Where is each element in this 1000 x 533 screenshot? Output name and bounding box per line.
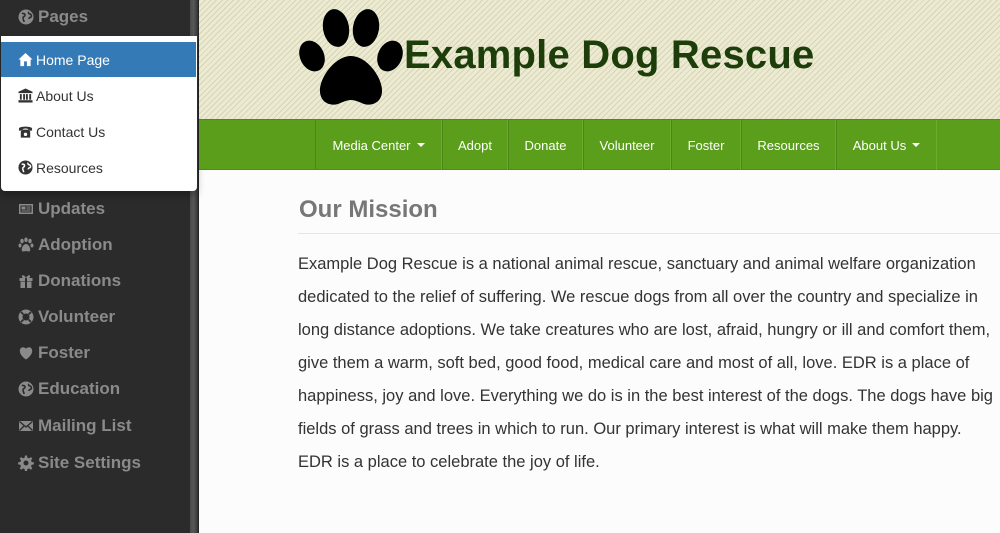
paw-logo-icon: [299, 9, 403, 105]
gear-icon: [17, 455, 34, 472]
dropdown-item-contact-us[interactable]: Contact Us: [1, 114, 196, 149]
globe-icon: [18, 160, 33, 175]
caret-down-icon: [912, 143, 921, 147]
sidebar-item-donations[interactable]: Donations: [17, 270, 121, 292]
sidebar-item-mailing-list[interactable]: Mailing List: [17, 415, 132, 437]
dropdown-item-home-page[interactable]: Home Page: [1, 42, 196, 77]
nav-label: Donate: [524, 137, 567, 153]
dropdown-item-label: Contact Us: [36, 123, 106, 140]
dropdown-item-label: About Us: [36, 87, 94, 104]
sidebar-item-label: Volunteer: [38, 307, 116, 326]
gift-icon: [17, 273, 34, 290]
sidebar-item-volunteer[interactable]: Volunteer: [17, 306, 115, 328]
home-icon: [18, 52, 33, 67]
caret-down-icon: [416, 143, 425, 147]
sidebar-item-adoption[interactable]: Adoption: [17, 234, 113, 256]
sidebar-item-pages[interactable]: Pages: [17, 6, 88, 28]
nav-label: Foster: [687, 137, 725, 153]
sidebar-item-foster[interactable]: Foster: [17, 342, 90, 364]
mission-paragraph: Example Dog Rescue is a national animal …: [298, 255, 993, 471]
sidebar-item-education[interactable]: Education: [17, 378, 120, 400]
globe-icon: [17, 381, 34, 398]
sidebar-item-label: Mailing List: [38, 416, 132, 435]
nav-label: Resources: [757, 137, 820, 153]
nav-label: About Us: [852, 137, 907, 153]
bank-icon: [18, 88, 33, 103]
sidebar-item-site-settings[interactable]: Site Settings: [17, 452, 141, 474]
main-navbar: Media Center Adopt Donate Volunteer Fost…: [199, 119, 1000, 170]
sidebar-item-label: Foster: [38, 343, 90, 362]
sidebar-item-label: Donations: [38, 271, 122, 290]
dropdown-item-resources[interactable]: Resources: [1, 150, 196, 185]
dropdown-item-label: Home Page: [36, 51, 110, 68]
pages-dropdown-menu: Home Page About Us Contact Us Resources: [1, 36, 197, 191]
nav-resources[interactable]: Resources: [741, 120, 836, 170]
nav-about-us[interactable]: About Us: [836, 120, 937, 170]
sidebar-item-label: Pages: [38, 7, 89, 26]
envelope-icon: [17, 418, 34, 435]
nav-donate[interactable]: Donate: [508, 120, 583, 170]
sidebar-item-label: Education: [38, 379, 121, 398]
nav-label: Adopt: [458, 137, 492, 153]
sidebar-item-label: Adoption: [38, 235, 113, 254]
globe-icon: [17, 9, 34, 26]
sidebar-item-label: Updates: [38, 199, 106, 218]
sidebar-item-updates[interactable]: Updates: [17, 198, 105, 220]
nav-volunteer[interactable]: Volunteer: [583, 120, 671, 170]
heart-icon: [17, 345, 34, 362]
nav-adopt[interactable]: Adopt: [442, 120, 508, 170]
dropdown-item-about-us[interactable]: About Us: [1, 78, 196, 113]
nav-label: Volunteer: [599, 137, 655, 153]
newspaper-icon: [17, 201, 34, 218]
site-title[interactable]: Example Dog Rescue: [404, 33, 814, 78]
nav-label: Media Center: [332, 137, 411, 153]
heading-divider: [298, 233, 1000, 234]
life-ring-icon: [17, 309, 34, 326]
dropdown-item-label: Resources: [36, 159, 103, 176]
paw-icon: [17, 237, 34, 254]
nav-media-center[interactable]: Media Center: [315, 120, 442, 170]
phone-icon: [18, 124, 33, 139]
page-title: Our Mission: [299, 196, 438, 223]
nav-foster[interactable]: Foster: [671, 120, 741, 170]
sidebar-item-label: Site Settings: [38, 453, 141, 472]
